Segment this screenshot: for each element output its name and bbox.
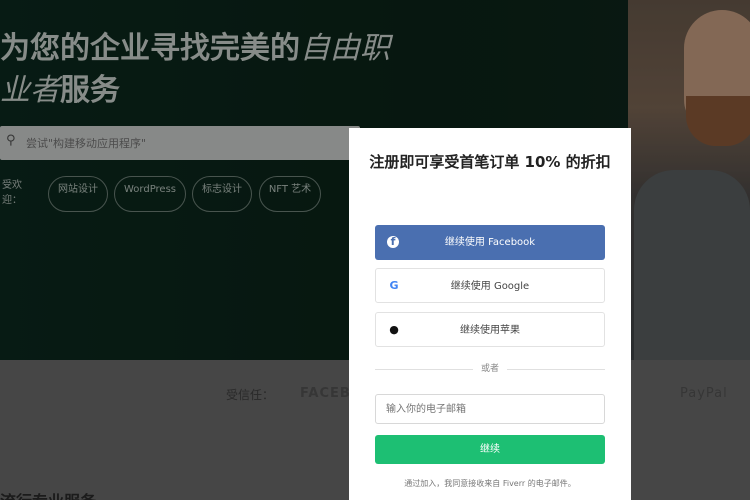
signup-modal: 注册即可享受首笔订单 10% 的折扣 f 继续使用 Facebook G 继续使… <box>349 128 631 500</box>
terms-text: 通过加入，我同意接收来自 Fiverr 的电子邮件。 <box>404 479 576 488</box>
continue-with-facebook-button[interactable]: f 继续使用 Facebook <box>375 225 605 260</box>
apple-button-label: 继续使用苹果 <box>460 325 520 336</box>
email-field[interactable] <box>375 394 605 424</box>
facebook-icon: f <box>387 236 399 248</box>
facebook-button-label: 继续使用 Facebook <box>444 237 536 248</box>
continue-with-apple-button[interactable]: ● 继续使用苹果 <box>375 312 605 347</box>
apple-icon: ● <box>389 323 399 336</box>
or-divider-text: 或者 <box>473 363 507 375</box>
continue-button[interactable]: 继续 <box>375 435 605 464</box>
continue-with-google-button[interactable]: G 继续使用 Google <box>375 268 605 303</box>
google-icon: G <box>389 279 399 292</box>
modal-title: 注册即可享受首笔订单 10% 的折扣 <box>369 153 611 171</box>
google-button-label: 继续使用 Google <box>450 281 530 292</box>
